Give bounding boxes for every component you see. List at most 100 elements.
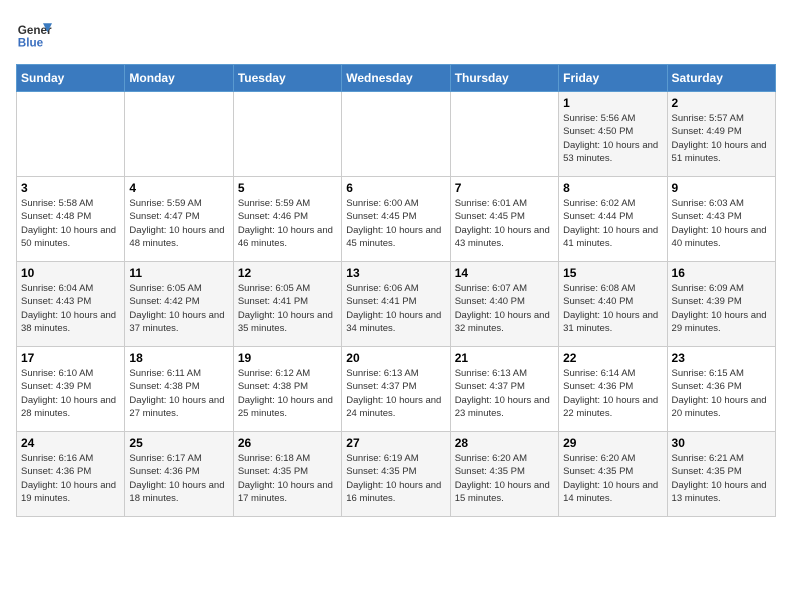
day-number: 22 — [563, 351, 662, 365]
calendar-cell: 4 Sunrise: 5:59 AM Sunset: 4:47 PM Daylig… — [125, 177, 233, 262]
calendar-cell: 21 Sunrise: 6:13 AM Sunset: 4:37 PM Dayli… — [450, 347, 558, 432]
header-day: Friday — [559, 65, 667, 92]
day-info: Sunrise: 6:05 AM Sunset: 4:42 PM Dayligh… — [129, 282, 228, 335]
day-number: 2 — [672, 96, 771, 110]
calendar-cell: 3 Sunrise: 5:58 AM Sunset: 4:48 PM Daylig… — [17, 177, 125, 262]
day-info: Sunrise: 6:21 AM Sunset: 4:35 PM Dayligh… — [672, 452, 771, 505]
calendar-table: SundayMondayTuesdayWednesdayThursdayFrid… — [16, 64, 776, 517]
calendar-cell: 24Sunrise: 6:16 AM Sunset: 4:36 PM Dayli… — [17, 432, 125, 517]
calendar-cell: 25Sunrise: 6:17 AM Sunset: 4:36 PM Dayli… — [125, 432, 233, 517]
calendar-cell: 7 Sunrise: 6:01 AM Sunset: 4:45 PM Daylig… — [450, 177, 558, 262]
calendar-cell: 8 Sunrise: 6:02 AM Sunset: 4:44 PM Daylig… — [559, 177, 667, 262]
calendar-week: 3 Sunrise: 5:58 AM Sunset: 4:48 PM Daylig… — [17, 177, 776, 262]
calendar-cell — [233, 92, 341, 177]
calendar-cell: 23 Sunrise: 6:15 AM Sunset: 4:36 PM Dayli… — [667, 347, 775, 432]
day-number: 24 — [21, 436, 120, 450]
calendar-cell: 2 Sunrise: 5:57 AM Sunset: 4:49 PM Daylig… — [667, 92, 775, 177]
calendar-cell — [342, 92, 450, 177]
calendar-cell: 28 Sunrise: 6:20 AM Sunset: 4:35 PM Dayli… — [450, 432, 558, 517]
day-info: Sunrise: 6:13 AM Sunset: 4:37 PM Dayligh… — [455, 367, 554, 420]
day-info: Sunrise: 6:01 AM Sunset: 4:45 PM Dayligh… — [455, 197, 554, 250]
calendar-cell: 22 Sunrise: 6:14 AM Sunset: 4:36 PM Dayli… — [559, 347, 667, 432]
calendar-cell: 14 Sunrise: 6:07 AM Sunset: 4:40 PM Dayli… — [450, 262, 558, 347]
day-number: 4 — [129, 181, 228, 195]
day-info: Sunrise: 5:59 AM Sunset: 4:46 PM Dayligh… — [238, 197, 337, 250]
header-day: Monday — [125, 65, 233, 92]
day-number: 6 — [346, 181, 445, 195]
day-number: 12 — [238, 266, 337, 280]
day-number: 27 — [346, 436, 445, 450]
calendar-cell: 30Sunrise: 6:21 AM Sunset: 4:35 PM Dayli… — [667, 432, 775, 517]
calendar-header: SundayMondayTuesdayWednesdayThursdayFrid… — [17, 65, 776, 92]
day-number: 25 — [129, 436, 228, 450]
day-info: Sunrise: 6:15 AM Sunset: 4:36 PM Dayligh… — [672, 367, 771, 420]
calendar-cell: 27 Sunrise: 6:19 AM Sunset: 4:35 PM Dayli… — [342, 432, 450, 517]
day-number: 9 — [672, 181, 771, 195]
day-number: 21 — [455, 351, 554, 365]
day-info: Sunrise: 6:03 AM Sunset: 4:43 PM Dayligh… — [672, 197, 771, 250]
day-number: 7 — [455, 181, 554, 195]
day-number: 3 — [21, 181, 120, 195]
day-info: Sunrise: 6:08 AM Sunset: 4:40 PM Dayligh… — [563, 282, 662, 335]
calendar-cell — [17, 92, 125, 177]
calendar-cell — [450, 92, 558, 177]
calendar-cell: 17 Sunrise: 6:10 AM Sunset: 4:39 PM Dayli… — [17, 347, 125, 432]
day-info: Sunrise: 6:13 AM Sunset: 4:37 PM Dayligh… — [346, 367, 445, 420]
header-day: Tuesday — [233, 65, 341, 92]
calendar-cell: 16Sunrise: 6:09 AM Sunset: 4:39 PM Dayli… — [667, 262, 775, 347]
day-info: Sunrise: 6:05 AM Sunset: 4:41 PM Dayligh… — [238, 282, 337, 335]
day-info: Sunrise: 6:04 AM Sunset: 4:43 PM Dayligh… — [21, 282, 120, 335]
day-number: 28 — [455, 436, 554, 450]
day-number: 8 — [563, 181, 662, 195]
calendar-cell: 9 Sunrise: 6:03 AM Sunset: 4:43 PM Daylig… — [667, 177, 775, 262]
calendar-cell: 15Sunrise: 6:08 AM Sunset: 4:40 PM Dayli… — [559, 262, 667, 347]
day-number: 16 — [672, 266, 771, 280]
day-info: Sunrise: 6:20 AM Sunset: 4:35 PM Dayligh… — [455, 452, 554, 505]
day-info: Sunrise: 5:57 AM Sunset: 4:49 PM Dayligh… — [672, 112, 771, 165]
day-info: Sunrise: 6:00 AM Sunset: 4:45 PM Dayligh… — [346, 197, 445, 250]
calendar-cell: 26 Sunrise: 6:18 AM Sunset: 4:35 PM Dayli… — [233, 432, 341, 517]
day-info: Sunrise: 6:11 AM Sunset: 4:38 PM Dayligh… — [129, 367, 228, 420]
calendar-week: 24Sunrise: 6:16 AM Sunset: 4:36 PM Dayli… — [17, 432, 776, 517]
day-number: 5 — [238, 181, 337, 195]
day-number: 26 — [238, 436, 337, 450]
calendar-cell: 29 Sunrise: 6:20 AM Sunset: 4:35 PM Dayli… — [559, 432, 667, 517]
day-info: Sunrise: 6:06 AM Sunset: 4:41 PM Dayligh… — [346, 282, 445, 335]
day-info: Sunrise: 6:19 AM Sunset: 4:35 PM Dayligh… — [346, 452, 445, 505]
calendar-cell — [125, 92, 233, 177]
calendar-week: 10Sunrise: 6:04 AM Sunset: 4:43 PM Dayli… — [17, 262, 776, 347]
day-info: Sunrise: 6:14 AM Sunset: 4:36 PM Dayligh… — [563, 367, 662, 420]
header-row: SundayMondayTuesdayWednesdayThursdayFrid… — [17, 65, 776, 92]
day-info: Sunrise: 6:20 AM Sunset: 4:35 PM Dayligh… — [563, 452, 662, 505]
day-info: Sunrise: 5:58 AM Sunset: 4:48 PM Dayligh… — [21, 197, 120, 250]
calendar-cell: 6 Sunrise: 6:00 AM Sunset: 4:45 PM Daylig… — [342, 177, 450, 262]
calendar-cell: 20 Sunrise: 6:13 AM Sunset: 4:37 PM Dayli… — [342, 347, 450, 432]
header-day: Saturday — [667, 65, 775, 92]
day-info: Sunrise: 6:07 AM Sunset: 4:40 PM Dayligh… — [455, 282, 554, 335]
calendar-cell: 5 Sunrise: 5:59 AM Sunset: 4:46 PM Daylig… — [233, 177, 341, 262]
day-info: Sunrise: 5:56 AM Sunset: 4:50 PM Dayligh… — [563, 112, 662, 165]
day-info: Sunrise: 6:10 AM Sunset: 4:39 PM Dayligh… — [21, 367, 120, 420]
calendar-cell: 11 Sunrise: 6:05 AM Sunset: 4:42 PM Dayli… — [125, 262, 233, 347]
calendar-cell: 1 Sunrise: 5:56 AM Sunset: 4:50 PM Daylig… — [559, 92, 667, 177]
day-number: 14 — [455, 266, 554, 280]
day-number: 23 — [672, 351, 771, 365]
calendar-cell: 18 Sunrise: 6:11 AM Sunset: 4:38 PM Dayli… — [125, 347, 233, 432]
calendar-cell: 12 Sunrise: 6:05 AM Sunset: 4:41 PM Dayli… — [233, 262, 341, 347]
day-info: Sunrise: 5:59 AM Sunset: 4:47 PM Dayligh… — [129, 197, 228, 250]
day-number: 19 — [238, 351, 337, 365]
calendar-week: 1 Sunrise: 5:56 AM Sunset: 4:50 PM Daylig… — [17, 92, 776, 177]
header-day: Wednesday — [342, 65, 450, 92]
day-number: 11 — [129, 266, 228, 280]
day-number: 29 — [563, 436, 662, 450]
calendar-cell: 13Sunrise: 6:06 AM Sunset: 4:41 PM Dayli… — [342, 262, 450, 347]
day-number: 18 — [129, 351, 228, 365]
day-number: 20 — [346, 351, 445, 365]
day-number: 1 — [563, 96, 662, 110]
day-number: 17 — [21, 351, 120, 365]
calendar-week: 17 Sunrise: 6:10 AM Sunset: 4:39 PM Dayli… — [17, 347, 776, 432]
day-info: Sunrise: 6:02 AM Sunset: 4:44 PM Dayligh… — [563, 197, 662, 250]
page-header: General Blue — [16, 16, 776, 52]
svg-text:Blue: Blue — [18, 37, 44, 50]
day-info: Sunrise: 6:18 AM Sunset: 4:35 PM Dayligh… — [238, 452, 337, 505]
